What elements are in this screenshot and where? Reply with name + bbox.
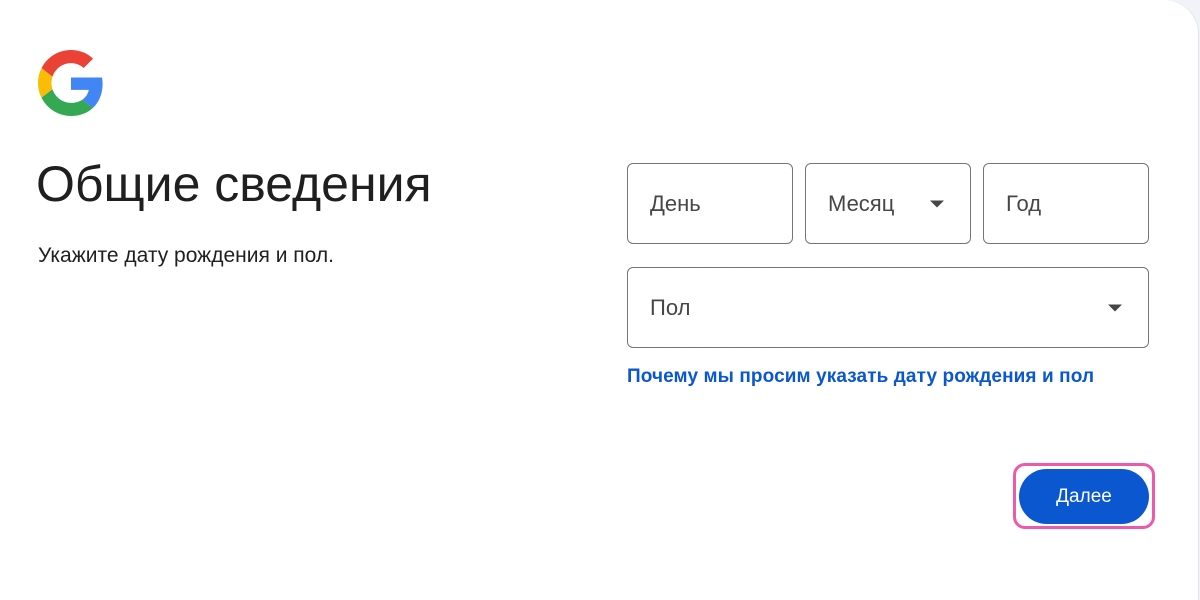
year-input[interactable]: Год [983,163,1149,244]
month-select[interactable]: Месяц [805,163,971,244]
day-input-placeholder: День [650,190,701,216]
gender-select-placeholder: Пол [650,294,691,320]
gender-select[interactable]: Пол [627,267,1149,348]
page-subtitle: Укажите дату рождения и пол. [38,244,334,267]
page-title: Общие сведения [36,156,432,212]
next-button[interactable]: Далее [1019,469,1149,524]
month-select-placeholder: Месяц [828,190,895,216]
signup-card: Общие сведения Укажите дату рождения и п… [0,0,1198,600]
year-input-placeholder: Год [1006,190,1042,216]
day-input[interactable]: День [627,163,793,244]
chevron-down-icon [930,200,944,207]
why-birthday-gender-link[interactable]: Почему мы просим указать дату рождения и… [627,364,1094,390]
chevron-down-icon [1108,304,1122,311]
google-logo-icon [38,50,104,116]
